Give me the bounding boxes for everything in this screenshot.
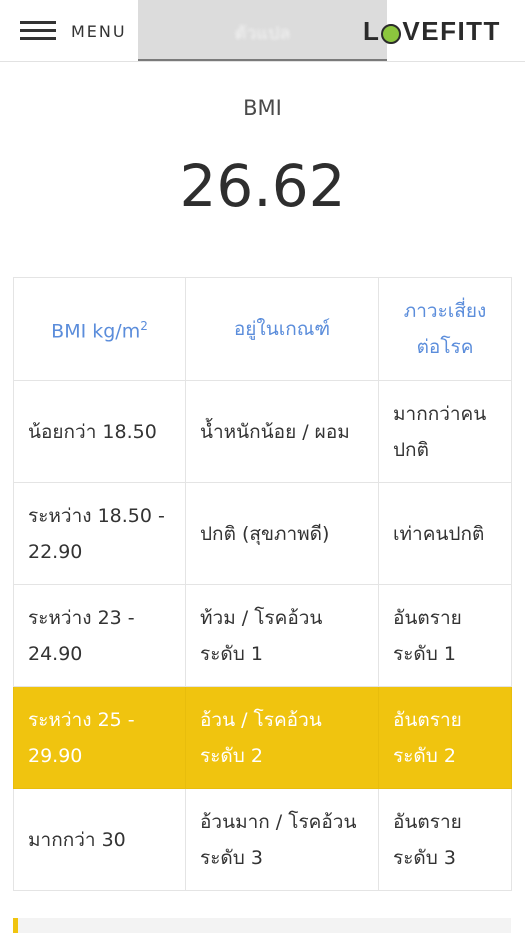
column-header-category: อยู่ในเกณฑ์ [185,277,379,381]
top-header: MENU ตัวแปล L VEFITT [0,0,525,62]
table-cell-risk: อันตรายระดับ 3 [378,788,512,891]
table-cell-bmi: น้อยกว่า 18.50 [13,380,186,483]
bmi-result-label: BMI [243,96,282,120]
table-cell-category: อ้วนมาก / โรคอ้วนระดับ 3 [185,788,379,891]
table-cell-category: ปกติ (สุขภาพดี) [185,482,379,585]
table-row-highlighted: ระหว่าง 25 - 29.90 อ้วน / โรคอ้วนระดับ 2… [13,686,512,789]
logo-text-right: VEFITT [402,15,501,46]
table-row: มากกว่า 30 อ้วนมาก / โรคอ้วนระดับ 3 อันต… [13,788,512,891]
lovefitt-logo-icon [381,24,402,44]
next-section-bar [13,918,511,933]
table-cell-risk: อันตรายระดับ 2 [378,686,512,789]
bmi-classification-table: BMI kg/m2 อยู่ในเกณฑ์ ภาวะเสี่ยงต่อโรค น… [13,277,512,891]
table-cell-risk: มากกว่าคนปกติ [378,380,512,483]
table-row: ระหว่าง 18.50 - 22.90 ปกติ (สุขภาพดี) เท… [13,482,512,585]
table-cell-risk: เท่าคนปกติ [378,482,512,585]
table-row: ระหว่าง 23 - 24.90 ท้วม / โรคอ้วนระดับ 1… [13,584,512,687]
table-cell-bmi: มากกว่า 30 [13,788,186,891]
logo-text-left: L [363,15,381,46]
bmi-result-value: 26.62 [179,152,346,220]
table-cell-bmi: ระหว่าง 25 - 29.90 [13,686,186,789]
table-cell-category: อ้วน / โรคอ้วนระดับ 2 [185,686,379,789]
column-header-bmi: BMI kg/m2 [13,277,186,381]
header-tab[interactable]: ตัวแปล [138,0,387,61]
menu-label[interactable]: MENU [71,22,127,41]
header-tab-label: ตัวแปล [234,23,291,44]
table-header-row: BMI kg/m2 อยู่ในเกณฑ์ ภาวะเสี่ยงต่อโรค [13,277,512,381]
table-cell-risk: อันตรายระดับ 1 [378,584,512,687]
table-cell-category: น้ำหนักน้อย / ผอม [185,380,379,483]
column-header-risk: ภาวะเสี่ยงต่อโรค [378,277,512,381]
hamburger-menu-icon[interactable] [20,21,56,41]
table-cell-bmi: ระหว่าง 18.50 - 22.90 [13,482,186,585]
menu-button[interactable]: MENU [20,14,127,48]
table-cell-bmi: ระหว่าง 23 - 24.90 [13,584,186,687]
section-accent [13,918,18,933]
lovefitt-logo[interactable]: L VEFITT [363,14,501,48]
table-cell-category: ท้วม / โรคอ้วนระดับ 1 [185,584,379,687]
table-row: น้อยกว่า 18.50 น้ำหนักน้อย / ผอม มากกว่า… [13,380,512,483]
